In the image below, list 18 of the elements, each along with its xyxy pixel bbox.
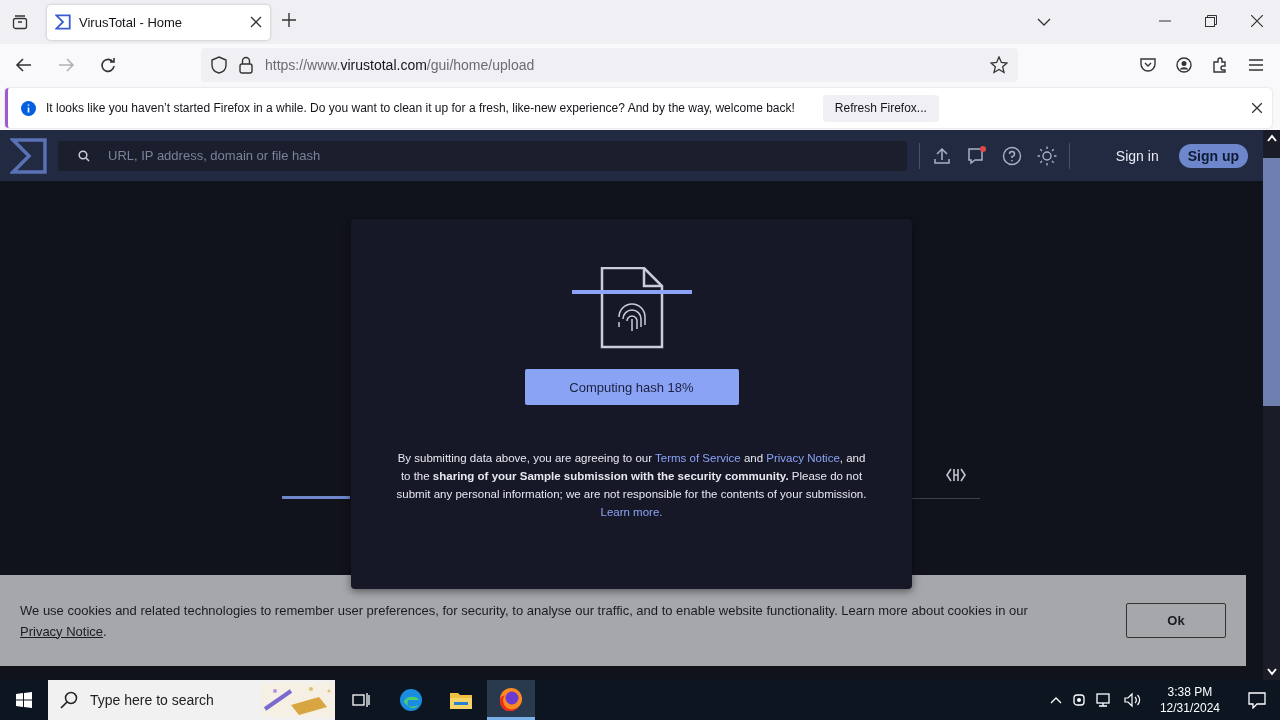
notification-message: It looks like you haven’t started Firefox in a while. Do you want to clean it up for a fresh, like-new experience? And by the way, welcome back!: [46, 101, 795, 115]
browser-tab[interactable]: VirusTotal - Home: [47, 4, 270, 40]
notice-link[interactable]: Learn more.: [600, 506, 663, 518]
clock-date[interactable]: 12/31/2024: [1159, 700, 1220, 716]
ok-button[interactable]: Ok: [1126, 603, 1226, 638]
search-field[interactable]: URL, IP address, domain or file hash: [58, 140, 907, 171]
submission-notice: By submitting data above, you are agreeing to our Terms of Service and Privacy Notice, and to the sharing of your Sample submission with the security community. Please do not submit any personal information; we are not responsible for the contents of your submission. Learn more.: [395, 451, 868, 520]
cookie-notice: We use cookies and related technologies to remember user preferences, for security, to analyse our traffic, and to enable website functionality. Learn more about cookies in our Privacy Notice.: [20, 601, 1029, 641]
taskbar-search-field[interactable]: Type here to search: [48, 680, 335, 720]
notice-link[interactable]: Terms of Service: [655, 452, 741, 464]
address-bar[interactable]: https://www.virustotal.com/gui/home/upload: [201, 48, 1018, 82]
sign-up-button[interactable]: Sign up: [1178, 143, 1248, 168]
computing-hash-button[interactable]: Computing hash 18%: [524, 369, 739, 405]
refresh-firefox-button[interactable]: Refresh Firefox...: [822, 94, 939, 122]
clock-time[interactable]: 3:38 PM: [1167, 684, 1213, 700]
notice-link[interactable]: Privacy Notice: [766, 452, 840, 464]
privacy-notice-link[interactable]: Privacy Notice: [20, 623, 104, 639]
sign-in-link[interactable]: Sign in: [1115, 147, 1159, 164]
